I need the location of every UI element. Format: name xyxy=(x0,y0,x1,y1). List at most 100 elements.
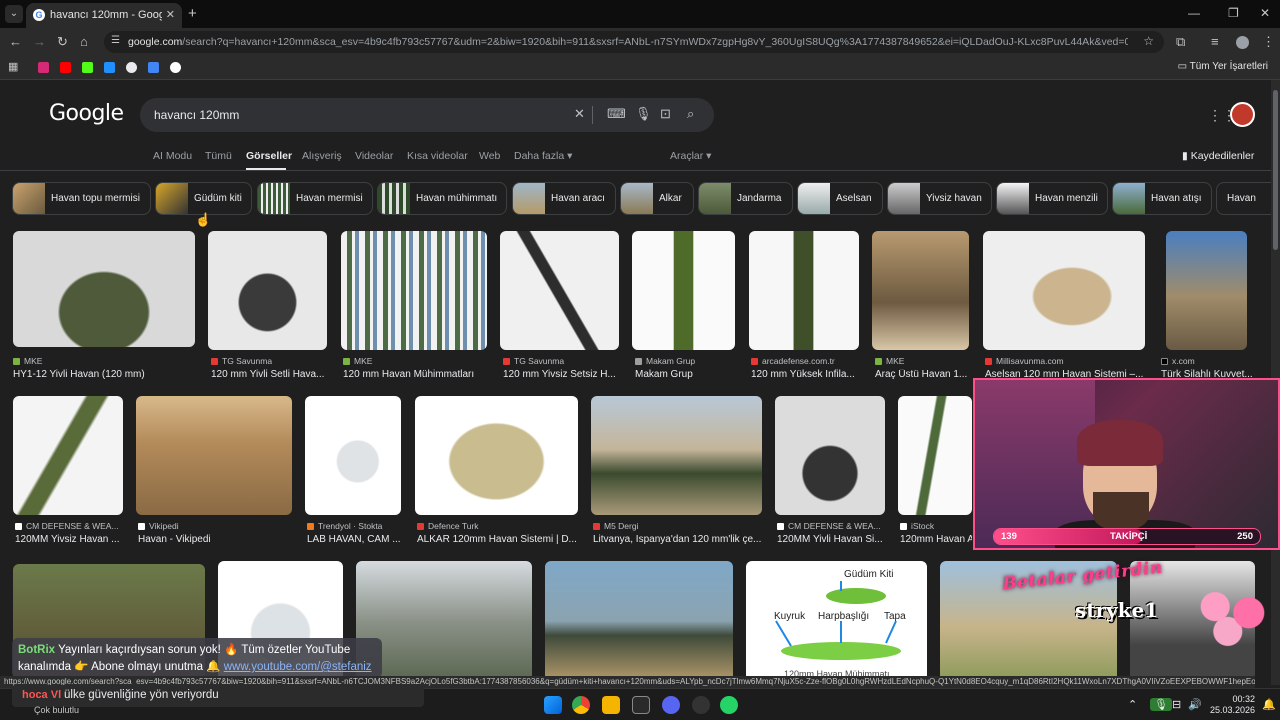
behance-bookmark-icon[interactable] xyxy=(104,62,115,73)
result-image[interactable] xyxy=(983,231,1145,350)
new-tab-icon[interactable]: + xyxy=(188,5,197,22)
chip-alkar[interactable]: Alkar xyxy=(620,182,694,215)
file-explorer-icon[interactable] xyxy=(602,696,620,714)
translate-bookmark-icon[interactable] xyxy=(148,62,159,73)
result-title[interactable]: Litvanya, İspanya'dan 120 mm'lik çe... xyxy=(593,534,762,545)
scrollbar-thumb[interactable] xyxy=(1273,90,1278,250)
result-title[interactable]: ALKAR 120mm Havan Sistemi | D... xyxy=(417,534,578,545)
address-bar[interactable]: ☰ google.com/search?q=havancı+120mm&sca_… xyxy=(104,31,1164,53)
tab-videos[interactable]: Videolar xyxy=(355,150,393,162)
all-bookmarks-folder[interactable]: ▭ Tüm Yer İşaretleri xyxy=(1178,61,1268,72)
apps-grid-icon[interactable]: ▦ xyxy=(8,60,19,73)
result-image[interactable] xyxy=(749,231,859,350)
minimize-icon[interactable]: — xyxy=(1188,6,1200,20)
search-query[interactable]: havancı 120mm xyxy=(154,108,239,122)
result-title[interactable]: 120 mm Yüksek İnfila... xyxy=(751,369,859,380)
tab-all[interactable]: Tümü xyxy=(205,150,232,162)
search-icon[interactable]: ⌕ xyxy=(687,106,694,122)
result-title[interactable]: HY1-12 Yivli Havan (120 mm) xyxy=(13,369,195,380)
network-icon[interactable]: ⊟ xyxy=(1172,698,1181,711)
chip-aselsan[interactable]: Aselsan xyxy=(797,182,883,215)
restore-icon[interactable]: ❐ xyxy=(1228,6,1239,20)
chip-jandarma[interactable]: Jandarma xyxy=(698,182,793,215)
result-image[interactable] xyxy=(13,231,195,347)
profile-avatar[interactable] xyxy=(1236,36,1249,49)
weather-status[interactable]: Çok bulutlu xyxy=(34,705,79,715)
tab-ai-mode[interactable]: AI Modu xyxy=(153,150,192,162)
kick-bookmark-icon[interactable] xyxy=(82,62,93,73)
account-avatar[interactable] xyxy=(1230,102,1255,127)
result-title[interactable]: 120 mm Yivsiz Setsiz H... xyxy=(503,369,619,380)
result-title[interactable]: 120mm Havan A... xyxy=(900,534,972,545)
tray-overflow-icon[interactable]: ⌃ xyxy=(1128,698,1137,711)
result-image[interactable] xyxy=(136,396,292,515)
home-icon[interactable]: ⌂ xyxy=(80,34,88,49)
tab-short-videos[interactable]: Kısa videolar xyxy=(407,150,468,162)
bookmark-icon[interactable] xyxy=(170,62,181,73)
result-image[interactable] xyxy=(591,396,762,515)
result-image[interactable] xyxy=(341,231,487,350)
reading-list-icon[interactable]: ≡ xyxy=(1211,34,1219,49)
result-title[interactable]: Araç Üstü Havan 1... xyxy=(875,369,969,380)
result-title[interactable]: 120 mm Havan Mühimmatları xyxy=(343,369,487,380)
bookmark-star-icon[interactable]: ☆ xyxy=(1143,34,1154,48)
mic-icon[interactable]: 🎙 xyxy=(635,106,652,122)
saved-button[interactable]: ▮ Kaydedilenler xyxy=(1182,150,1254,162)
close-window-icon[interactable]: ✕ xyxy=(1260,6,1270,20)
site-info-icon[interactable]: ☰ xyxy=(111,35,120,46)
result-image[interactable] xyxy=(415,396,578,515)
browser-tab[interactable]: G havancı 120mm - Google'da Ara ✕ xyxy=(26,3,182,28)
news-ticker[interactable]: hoca Vl ülke güvenliğine yön veriyordu xyxy=(12,685,424,707)
result-image[interactable] xyxy=(500,231,619,350)
tab-images[interactable]: Görseller xyxy=(246,150,292,162)
lens-icon[interactable]: ⊡ xyxy=(660,106,671,122)
system-clock[interactable]: 00:32 25.03.2026 xyxy=(1210,694,1255,716)
volume-icon[interactable]: 🔊 xyxy=(1188,698,1202,711)
result-title[interactable]: Makam Grup xyxy=(635,369,735,380)
result-image[interactable] xyxy=(13,396,123,515)
chip-gudum-kiti[interactable]: Güdüm kiti xyxy=(155,182,252,215)
chrome-taskbar-icon[interactable] xyxy=(572,696,590,714)
tab-search-icon[interactable]: ⌄ xyxy=(5,5,23,23)
notification-icon[interactable]: 🔔 xyxy=(1262,698,1276,711)
chip-havan-mermisi[interactable]: Havan mermisi xyxy=(257,182,373,215)
instagram-bookmark-icon[interactable] xyxy=(38,62,49,73)
chip-havan-atisi[interactable]: Havan atışı xyxy=(1112,182,1212,215)
result-image[interactable] xyxy=(632,231,735,350)
result-image[interactable] xyxy=(356,561,532,681)
chip-havan-araci[interactable]: Havan aracı xyxy=(512,182,616,215)
result-title[interactable]: 120MM Yivsiz Havan ... xyxy=(15,534,123,545)
chip-havan-menzili[interactable]: Havan menzili xyxy=(996,182,1108,215)
result-title[interactable]: 120MM Yivli Havan Si... xyxy=(777,534,885,545)
keyboard-icon[interactable]: ⌨ xyxy=(607,106,626,122)
chip-havan-muhimmati[interactable]: Havan mühimmatı xyxy=(377,182,507,215)
youtube-bookmark-icon[interactable] xyxy=(60,62,71,73)
result-image[interactable] xyxy=(545,561,733,681)
result-image[interactable] xyxy=(1166,231,1247,350)
clear-icon[interactable]: ✕ xyxy=(574,106,585,122)
search-box[interactable]: havancı 120mm ✕ ⌨ 🎙 ⊡ ⌕ xyxy=(140,98,714,132)
forward-icon[interactable]: → xyxy=(33,34,46,49)
chip-yivsiz-havan[interactable]: Yivsiz havan xyxy=(887,182,992,215)
chip-havan[interactable]: Havan xyxy=(1216,182,1276,215)
windows-start-icon[interactable] xyxy=(544,696,562,714)
obs-icon[interactable] xyxy=(692,696,710,714)
reload-icon[interactable]: ↻ xyxy=(57,34,68,50)
result-image[interactable] xyxy=(208,231,327,350)
tools-button[interactable]: Araçlar ▾ xyxy=(670,150,711,162)
tab-web[interactable]: Web xyxy=(479,150,500,162)
result-title[interactable]: LAB HAVAN, CAM ... xyxy=(307,534,401,545)
discord-icon[interactable] xyxy=(662,696,680,714)
result-image[interactable] xyxy=(775,396,885,515)
whatsapp-icon[interactable] xyxy=(720,696,738,714)
chatgpt-bookmark-icon[interactable] xyxy=(126,62,137,73)
result-image[interactable] xyxy=(898,396,972,515)
mic-tray-icon[interactable]: 🎙 xyxy=(1150,698,1172,711)
result-title[interactable]: 120 mm Yivli Setli Hava... xyxy=(211,369,327,380)
tab-close-icon[interactable]: ✕ xyxy=(166,8,175,21)
result-image[interactable] xyxy=(305,396,401,515)
back-icon[interactable]: ← xyxy=(9,34,22,49)
chip-havan-topu-mermisi[interactable]: Havan topu mermisi xyxy=(12,182,151,215)
result-image[interactable]: Güdüm Kiti Kuyruk Harpbaşlığı Tapa 120mm… xyxy=(746,561,927,681)
menu-icon[interactable]: ⋮ xyxy=(1262,34,1275,50)
